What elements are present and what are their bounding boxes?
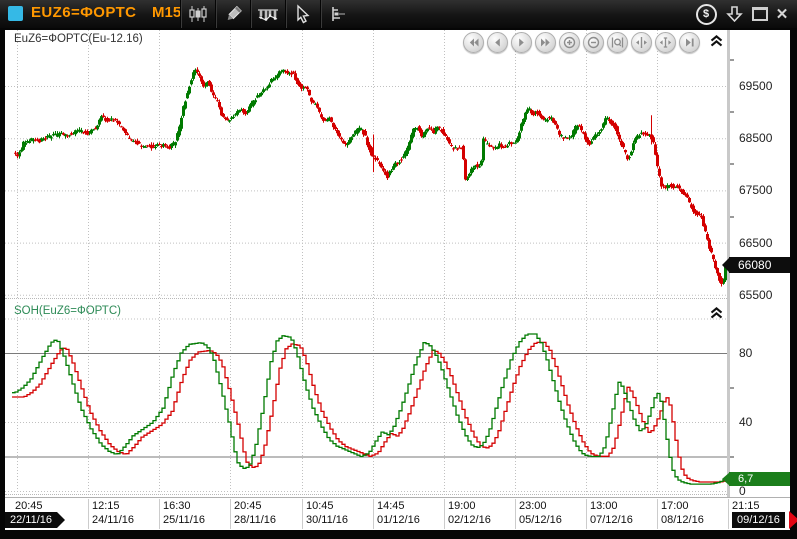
chart-nav-toolbar — [463, 32, 700, 53]
date-label: 07/12/16 — [590, 514, 633, 526]
price-tick-label: 67500 — [739, 183, 772, 197]
app-logo — [8, 6, 23, 21]
panel-separator[interactable] — [5, 298, 727, 299]
time-label: 12:15 — [92, 500, 120, 512]
candles-up-wicks — [20, 68, 726, 284]
cursor-icon[interactable] — [285, 0, 320, 28]
time-axis-separator — [88, 499, 89, 529]
price-tick-label: 68500 — [739, 131, 772, 145]
histogram-icon[interactable] — [250, 0, 285, 28]
chart-workarea: EuZ6=ФОРТС(Eu-12.16) SOH(EuZ6=ФОРТС) 695… — [5, 30, 790, 530]
scroll-left-button[interactable] — [487, 32, 508, 53]
time-axis-separator — [373, 499, 374, 529]
time-label: 21:15 — [732, 500, 760, 512]
scroll-right-fast-button[interactable] — [535, 32, 556, 53]
stoch-minor-tick — [730, 387, 734, 389]
stoch-tick-label: 80 — [739, 346, 752, 360]
date-label: 05/12/16 — [519, 514, 562, 526]
time-axis-separator — [657, 499, 658, 529]
price-minor-tick — [730, 163, 734, 165]
timeframe-label: M15 — [152, 4, 181, 21]
time-axis[interactable]: 20:4522/11/1612:1524/11/1616:3025/11/162… — [5, 497, 790, 531]
date-label: 02/12/16 — [448, 514, 491, 526]
download-icon[interactable] — [722, 3, 746, 25]
chart-toolbar — [180, 0, 355, 28]
terminal-window: { "window": { "title": "EUZ6=ФОРТС", "ti… — [0, 0, 797, 539]
price-minor-tick — [730, 216, 734, 218]
compress-horizontal-button[interactable] — [631, 32, 652, 53]
stoch-k-tag: 6,7 — [729, 472, 790, 486]
go-to-end-button[interactable] — [679, 32, 700, 53]
date-label: 24/11/16 — [92, 514, 134, 526]
time-label: 14:45 — [377, 500, 405, 512]
draw-icon[interactable] — [215, 0, 250, 28]
zoom-region-button[interactable] — [607, 32, 628, 53]
compress-vertical-button[interactable] — [655, 32, 676, 53]
stochastic-chart[interactable] — [5, 302, 727, 494]
time-axis-separator — [515, 499, 516, 529]
price-tick-label: 65500 — [739, 288, 772, 302]
levels-icon[interactable] — [320, 0, 355, 28]
date-tag-start: 22/11/16 — [5, 512, 57, 528]
time-label: 10:45 — [306, 500, 334, 512]
currency-icon[interactable]: $ — [694, 3, 718, 25]
time-label: 20:45 — [234, 500, 262, 512]
panel-bottom-separator — [5, 494, 727, 495]
collapse-lower-icon[interactable] — [709, 306, 724, 320]
scroll-left-fast-button[interactable] — [463, 32, 484, 53]
time-axis-separator — [444, 499, 445, 529]
time-label: 20:45 — [15, 500, 43, 512]
stoch-d-line — [12, 342, 727, 482]
time-axis-separator — [586, 499, 587, 529]
date-tag-end: 09/12/16 — [732, 512, 785, 528]
zoom-out-button[interactable] — [583, 32, 604, 53]
collapse-upper-icon[interactable] — [709, 34, 724, 48]
time-label: 23:00 — [519, 500, 547, 512]
close-icon[interactable]: ✕ — [770, 3, 794, 25]
scroll-right-button[interactable] — [511, 32, 532, 53]
time-label: 16:30 — [163, 500, 191, 512]
time-axis-separator — [230, 499, 231, 529]
price-chart[interactable] — [5, 30, 727, 298]
price-tick-label: 69500 — [739, 79, 772, 93]
time-label: 19:00 — [448, 500, 476, 512]
time-axis-separator — [728, 499, 729, 529]
candles-down-bodies — [14, 70, 723, 284]
restore-icon[interactable] — [748, 3, 772, 25]
price-axis[interactable]: 695006850067500665006550066080804006,7 — [727, 30, 790, 497]
stoch-tick-label: 40 — [739, 415, 752, 429]
date-label: 28/11/16 — [234, 514, 276, 526]
chart-type-icon[interactable] — [180, 0, 215, 28]
date-label: 01/12/16 — [377, 514, 420, 526]
price-tick-label: 66500 — [739, 236, 772, 250]
date-label: 30/11/16 — [306, 514, 348, 526]
instrument-label: EuZ6=ФОРТС(Eu-12.16) — [14, 33, 143, 45]
candles-up-bodies — [18, 70, 727, 284]
date-label: 25/11/16 — [163, 514, 205, 526]
window-titlebar[interactable]: EUZ6=ФОРТС M15 $ ✕ — [0, 0, 797, 28]
last-price-tag: 66080 — [729, 257, 790, 273]
date-label: 08/12/16 — [661, 514, 704, 526]
price-minor-tick — [730, 59, 734, 61]
time-label: 13:00 — [590, 500, 618, 512]
window-title: EUZ6=ФОРТС — [31, 4, 136, 21]
time-label: 17:00 — [661, 500, 689, 512]
date-tag-end-arrow-icon — [789, 511, 797, 529]
time-axis-separator — [159, 499, 160, 529]
price-minor-tick — [730, 111, 734, 113]
indicator-label: SOH(EuZ6=ФОРТС) — [14, 305, 121, 317]
stoch-k-line — [12, 334, 727, 484]
candles-down-wicks — [16, 67, 722, 286]
stoch-minor-tick — [730, 456, 734, 458]
time-axis-separator — [302, 499, 303, 529]
zoom-in-button[interactable] — [559, 32, 580, 53]
